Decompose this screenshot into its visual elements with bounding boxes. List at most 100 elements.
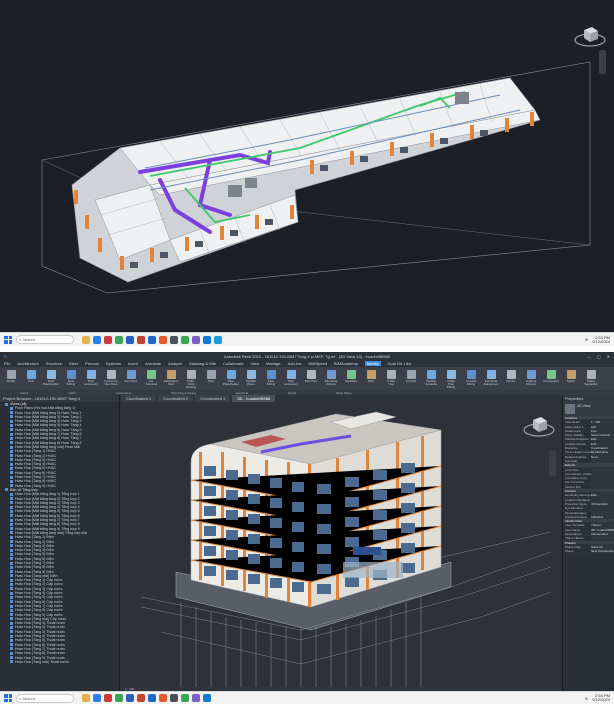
ribbon-tool-3[interactable]: Duct Fitting bbox=[64, 370, 78, 386]
property-value[interactable]: <None> bbox=[591, 523, 614, 527]
file-explorer-icon[interactable] bbox=[82, 694, 90, 702]
ribbon-tool-7[interactable]: Air Terminal bbox=[144, 370, 158, 386]
property-value[interactable] bbox=[591, 497, 614, 501]
windows-start-icon[interactable] bbox=[4, 335, 12, 344]
taskbar-clock[interactable]: 2:54 PM 9/12/2024 bbox=[592, 694, 610, 702]
ribbon-tool-5[interactable]: Convert to Flex Duct bbox=[104, 370, 118, 386]
ribbon-tab-0[interactable]: File bbox=[4, 361, 10, 366]
word-icon[interactable] bbox=[126, 694, 134, 702]
excel-icon[interactable] bbox=[115, 335, 123, 344]
ribbon-tool-10[interactable]: Pipe bbox=[204, 370, 218, 383]
ribbon-tab-11[interactable]: View bbox=[250, 361, 259, 366]
property-value[interactable] bbox=[591, 484, 614, 489]
ribbon-tool-18[interactable]: Wire bbox=[364, 370, 378, 383]
teams-icon[interactable] bbox=[192, 335, 200, 344]
file-explorer-icon[interactable] bbox=[82, 335, 90, 344]
ribbon-tool-23[interactable]: Conduit Fitting bbox=[464, 370, 478, 386]
property-value[interactable] bbox=[591, 458, 614, 463]
chrome-icon[interactable] bbox=[181, 694, 189, 702]
ribbon-tool-6[interactable]: Flex Duct bbox=[124, 370, 138, 383]
ribbon-tab-10[interactable]: Collaborate bbox=[223, 361, 243, 366]
property-value[interactable]: Coordination bbox=[591, 446, 614, 450]
ribbon-tool-20[interactable]: Conduit bbox=[404, 370, 418, 383]
view-tab-3[interactable]: 3D - hoadmi98988 bbox=[232, 395, 276, 402]
property-value[interactable]: Orthographic bbox=[591, 501, 614, 506]
property-value[interactable]: New Construction bbox=[591, 549, 614, 553]
edge-icon[interactable] bbox=[93, 694, 101, 702]
view-tab-0[interactable]: Coordinated 1 bbox=[121, 395, 157, 402]
powerpoint-icon[interactable] bbox=[137, 694, 145, 702]
ribbon-tool-12[interactable]: Parallel Pipes bbox=[244, 370, 258, 386]
ribbon-tool-21[interactable]: Parallel Conduits bbox=[424, 370, 438, 386]
windows-start-icon[interactable] bbox=[4, 694, 12, 702]
viewport-3d[interactable] bbox=[0, 0, 614, 332]
word-icon[interactable] bbox=[126, 335, 134, 344]
ribbon-tool-28[interactable]: Space bbox=[564, 370, 578, 383]
navisworks-icon[interactable] bbox=[170, 694, 178, 702]
property-value[interactable]: Independent bbox=[591, 532, 614, 536]
browser-item[interactable]: Hvac Hoa (Tầng mái) Thoát nước bbox=[0, 660, 119, 664]
property-value[interactable] bbox=[591, 471, 614, 476]
chrome-icon[interactable] bbox=[181, 335, 189, 344]
property-value[interactable]: Adjusting bbox=[591, 514, 614, 519]
revit-icon[interactable] bbox=[148, 694, 156, 702]
property-value[interactable] bbox=[591, 467, 614, 471]
property-value[interactable]: Show Original bbox=[591, 433, 614, 437]
ribbon-tab-4[interactable]: Precast bbox=[85, 361, 99, 366]
viewcube-icon[interactable] bbox=[572, 22, 608, 52]
ribbon-tab-3[interactable]: Steel bbox=[69, 361, 78, 366]
ribbon-tab-7[interactable]: Annotate bbox=[145, 361, 161, 366]
ribbon-tool-17[interactable]: Sprinkler bbox=[344, 370, 358, 383]
property-value[interactable]: 1 : 100 bbox=[591, 420, 614, 424]
property-value[interactable] bbox=[591, 510, 614, 514]
property-value[interactable]: 3D - hoadmi98988 bbox=[591, 527, 614, 532]
property-value[interactable] bbox=[591, 536, 614, 540]
outlook-icon[interactable] bbox=[203, 694, 211, 702]
ribbon-tool-25[interactable]: Device bbox=[504, 370, 518, 383]
ribbon-tool-22[interactable]: Cable Tray Fitting bbox=[444, 370, 458, 389]
property-value[interactable]: None bbox=[591, 454, 614, 458]
wifi-icon[interactable]: ≋ bbox=[585, 337, 588, 342]
property-value[interactable] bbox=[591, 506, 614, 510]
view-tab-1[interactable]: Coordinated 2 bbox=[158, 395, 194, 402]
property-value[interactable] bbox=[591, 480, 614, 484]
ribbon-tool-19[interactable]: Cable Tray bbox=[384, 370, 398, 386]
viewcube-icon[interactable] bbox=[521, 412, 557, 442]
ribbon-tab-17[interactable]: Xuất Dữ Liệu bbox=[388, 361, 412, 366]
property-value[interactable]: Edit... bbox=[591, 437, 614, 441]
property-value[interactable] bbox=[591, 476, 614, 480]
navisworks-icon[interactable] bbox=[170, 335, 178, 344]
property-row[interactable]: Phase New Construction bbox=[563, 549, 614, 554]
property-value[interactable]: Edit... bbox=[591, 493, 614, 497]
ribbon-tab-14[interactable]: BIMSpeed bbox=[308, 361, 327, 366]
ribbon-tool-0[interactable]: Modify bbox=[4, 370, 18, 383]
taskbar-search-input[interactable]: ⌕ Search bbox=[16, 335, 74, 344]
ribbon-tool-11[interactable]: Pipe Placeholder bbox=[223, 370, 239, 386]
ribbon-tool-1[interactable]: Duct bbox=[24, 370, 38, 383]
ribbon-tool-24[interactable]: Electrical Equipment bbox=[484, 370, 498, 386]
ribbon-tool-8[interactable]: Fabrication Part bbox=[164, 370, 178, 386]
ribbon-tool-29[interactable]: Space Separator bbox=[584, 370, 598, 386]
powerpoint-icon[interactable] bbox=[137, 335, 145, 344]
acrobat-icon[interactable] bbox=[104, 694, 112, 702]
ribbon-tool-9[interactable]: Multi-Point Routing bbox=[184, 370, 198, 389]
property-value[interactable]: Edit... bbox=[591, 441, 614, 446]
acrobat-icon[interactable] bbox=[104, 335, 112, 344]
view-tab-2[interactable]: Coordinated 3 bbox=[195, 395, 231, 402]
ribbon-tab-15[interactable]: BIMAcademy bbox=[334, 361, 358, 366]
ribbon-tool-14[interactable]: Pipe Accessory bbox=[284, 370, 298, 386]
ribbon-tab-16[interactable]: Modify bbox=[364, 361, 381, 366]
taskbar-search-input[interactable]: ⌕ Search bbox=[16, 693, 74, 703]
excel-icon[interactable] bbox=[115, 694, 123, 702]
ribbon-tab-13[interactable]: Add-Ins bbox=[288, 361, 302, 366]
property-value[interactable]: By Discipline bbox=[591, 450, 614, 454]
autocad-icon[interactable] bbox=[159, 335, 167, 344]
navigation-bar[interactable] bbox=[599, 50, 606, 74]
wifi-icon[interactable]: ≋ bbox=[585, 696, 588, 701]
viewport-3d-building[interactable] bbox=[121, 402, 561, 687]
ribbon-tool-2[interactable]: Duct Placeholder bbox=[43, 370, 59, 386]
type-selector[interactable]: 3D View bbox=[563, 402, 614, 416]
outlook-icon[interactable] bbox=[203, 335, 211, 344]
edge-icon[interactable] bbox=[93, 335, 101, 344]
ribbon-tool-26[interactable]: Lighting Fixture bbox=[524, 370, 538, 386]
